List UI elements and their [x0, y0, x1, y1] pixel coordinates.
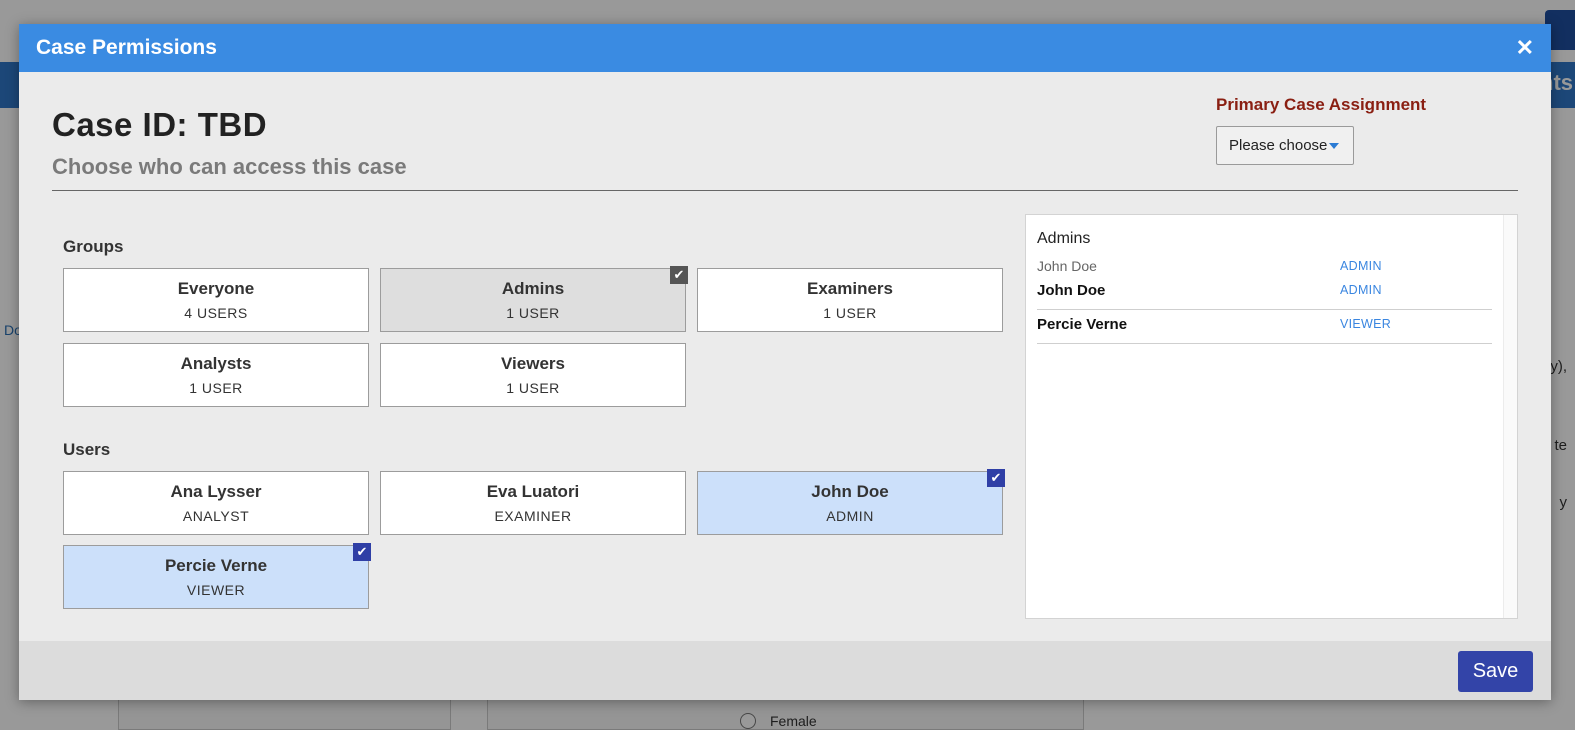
access-summary-name: Percie Verne: [1037, 316, 1128, 333]
access-summary-name: John Doe: [1037, 258, 1097, 274]
caret-down-icon: [1329, 142, 1340, 149]
case-permissions-modal: Case Permissions ✕ Case ID: TBD Choose w…: [19, 24, 1551, 700]
user-role: VIEWER: [186, 582, 246, 598]
user-name: Percie Verne: [164, 556, 268, 575]
access-summary-name: John Doe: [1037, 282, 1106, 299]
modal-header: Case Permissions ✕: [19, 24, 1551, 72]
modal-footer: Save: [19, 641, 1551, 700]
header-divider: [52, 190, 1518, 191]
access-summary-scrollbar[interactable]: [1503, 215, 1517, 618]
user-card-ana-lysser[interactable]: Ana Lysser ANALYST: [63, 471, 369, 535]
access-summary-role: ADMIN: [1340, 259, 1382, 273]
checkmark-icon[interactable]: ✔: [670, 266, 688, 284]
access-summary-role: VIEWER: [1340, 317, 1392, 331]
user-card-eva-luatori[interactable]: Eva Luatori EXAMINER: [380, 471, 686, 535]
group-count: 4 USERS: [184, 305, 248, 321]
modal-title: Case Permissions: [36, 36, 217, 59]
group-card-everyone[interactable]: Everyone 4 USERS: [63, 268, 369, 332]
group-count: 1 USER: [823, 305, 877, 321]
user-card-percie-verne[interactable]: Percie Verne VIEWER ✔: [63, 543, 371, 609]
group-card-admins[interactable]: Admins 1 USER ✔: [380, 266, 688, 332]
case-id-heading: Case ID: TBD: [52, 106, 268, 143]
group-card-viewers[interactable]: Viewers 1 USER: [380, 343, 686, 407]
primary-assignment-label: Primary Case Assignment: [1216, 95, 1427, 114]
group-name: Admins: [501, 279, 565, 298]
access-summary-role: ADMIN: [1340, 283, 1382, 297]
user-name: Eva Luatori: [486, 482, 580, 501]
checkmark-icon[interactable]: ✔: [987, 469, 1005, 487]
user-role: EXAMINER: [494, 508, 572, 524]
case-subtitle: Choose who can access this case: [52, 154, 407, 179]
group-count: 1 USER: [506, 305, 560, 321]
groups-label: Groups: [63, 237, 124, 256]
access-summary-divider: [1037, 343, 1492, 344]
user-card-john-doe[interactable]: John Doe ADMIN ✔: [697, 469, 1005, 535]
group-count: 1 USER: [189, 380, 243, 396]
checkmark-icon[interactable]: ✔: [353, 543, 371, 561]
access-summary-divider: [1037, 309, 1492, 310]
user-name: Ana Lysser: [170, 482, 262, 501]
user-role: ADMIN: [826, 508, 874, 524]
save-button[interactable]: Save: [1458, 651, 1533, 692]
group-name: Viewers: [501, 354, 565, 373]
primary-assignment-value: Please choose: [1229, 137, 1328, 154]
users-label: Users: [63, 440, 111, 459]
close-icon[interactable]: ✕: [1516, 37, 1534, 59]
group-name: Analysts: [180, 354, 252, 373]
primary-assignment-select[interactable]: Please choose: [1216, 126, 1354, 165]
group-name: Everyone: [177, 279, 255, 298]
group-card-examiners[interactable]: Examiners 1 USER: [697, 268, 1003, 332]
group-card-analysts[interactable]: Analysts 1 USER: [63, 343, 369, 407]
access-summary-panel: Admins John Doe ADMIN John Doe ADMIN Per…: [1025, 214, 1518, 619]
user-role: ANALYST: [182, 508, 250, 524]
group-count: 1 USER: [506, 380, 560, 396]
access-summary-group-heading: Admins: [1037, 230, 1091, 247]
user-name: John Doe: [811, 482, 889, 501]
group-name: Examiners: [807, 279, 893, 298]
